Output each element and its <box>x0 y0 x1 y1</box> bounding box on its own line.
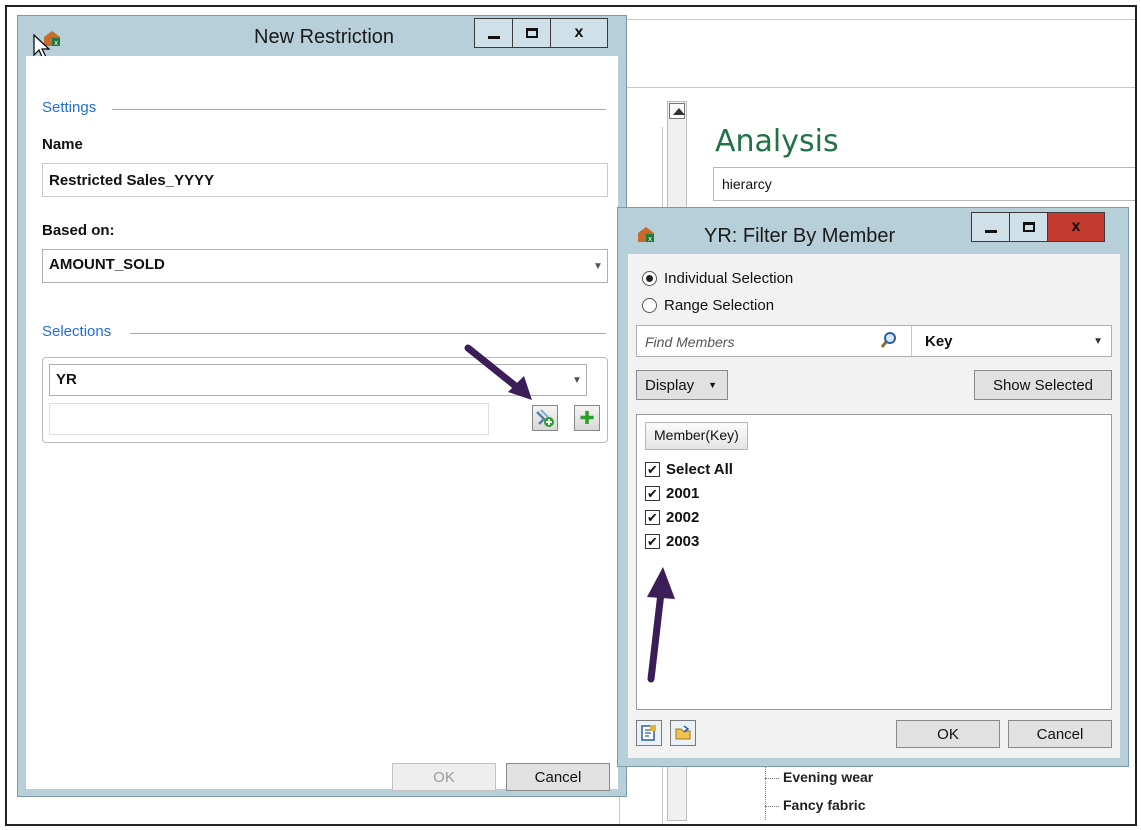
individual-selection-radio[interactable]: Individual Selection <box>642 270 793 287</box>
bg-divider <box>619 19 1135 20</box>
based-on-select[interactable]: AMOUNT_SOLD ▼ <box>42 249 608 283</box>
tree-item[interactable]: Evening wear <box>765 769 873 785</box>
minimize-icon <box>984 229 997 233</box>
member-item-2003[interactable]: ✔ 2003 <box>645 533 699 550</box>
properties-button[interactable] <box>636 720 662 746</box>
window-title: New Restriction <box>254 26 395 48</box>
new-restriction-window: x New Restriction x Settings Name Restri… <box>17 15 627 797</box>
new-restriction-client: Settings Name Restricted Sales_YYYY Base… <box>26 56 618 791</box>
selections-section-label: Selections <box>42 323 112 340</box>
minimize-icon <box>487 35 500 39</box>
member-item-select-all[interactable]: ✔ Select All <box>645 461 733 478</box>
maximize-button[interactable] <box>513 19 551 47</box>
member-label: 2003 <box>666 533 700 550</box>
member-label: 2001 <box>666 485 700 502</box>
analysis-title: Analysis <box>715 124 839 159</box>
find-members-input[interactable]: Find Members <box>645 334 734 350</box>
display-dropdown-button[interactable]: Display ▼ <box>636 370 728 400</box>
checkbox-checked-icon[interactable]: ✔ <box>645 462 660 477</box>
analysis-search-input[interactable]: hierarcy <box>713 167 1135 201</box>
close-button[interactable]: x <box>1048 213 1104 241</box>
window-controls: x <box>971 212 1105 242</box>
bg-divider <box>619 87 1135 88</box>
divider <box>911 326 912 356</box>
based-on-value: AMOUNT_SOLD <box>49 256 165 273</box>
find-members-box: Find Members Key ▼ <box>636 325 1112 357</box>
open-folder-button[interactable] <box>670 720 696 746</box>
member-key-column-header[interactable]: Member(Key) <box>645 422 748 450</box>
member-item-2001[interactable]: ✔ 2001 <box>645 485 699 502</box>
plus-icon: ✚ <box>579 408 595 428</box>
radio-off-icon <box>642 298 657 313</box>
checkbox-checked-icon[interactable]: ✔ <box>645 486 660 501</box>
cancel-button[interactable]: Cancel <box>506 763 610 791</box>
maximize-button[interactable] <box>1010 213 1048 241</box>
member-list[interactable]: Member(Key) ✔ Select All ✔ 2001 ✔ 2002 ✔… <box>636 414 1112 710</box>
minimize-button[interactable] <box>475 19 513 47</box>
close-button[interactable]: x <box>551 19 607 47</box>
section-divider <box>112 109 606 110</box>
title-bar[interactable]: x New Restriction x <box>18 16 626 60</box>
checkbox-checked-icon[interactable]: ✔ <box>645 510 660 525</box>
based-on-label: Based on: <box>42 222 115 239</box>
member-item-2002[interactable]: ✔ 2002 <box>645 509 699 526</box>
maximize-icon <box>525 28 538 38</box>
chevron-down-icon[interactable]: ▼ <box>568 365 586 395</box>
chevron-down-icon[interactable]: ▼ <box>589 250 607 282</box>
tree-item[interactable]: Fancy fabric <box>765 797 865 813</box>
section-divider <box>130 333 606 334</box>
app-icon: x <box>638 227 654 243</box>
search-icon[interactable] <box>880 331 898 349</box>
filter-client: Individual Selection Range Selection Fin… <box>628 254 1120 758</box>
radio-on-icon <box>642 271 657 286</box>
properties-icon <box>641 725 656 741</box>
filter-members-button[interactable] <box>532 405 558 431</box>
ok-button[interactable]: OK <box>392 763 496 791</box>
chevron-down-icon[interactable]: ▼ <box>1093 336 1103 347</box>
minimize-button[interactable] <box>972 213 1010 241</box>
filter-members-icon <box>536 409 554 427</box>
selection-group: YR ▼ ✚ <box>42 357 608 443</box>
ok-button[interactable]: OK <box>896 720 1000 748</box>
svg-text:x: x <box>54 39 58 47</box>
individual-selection-label: Individual Selection <box>664 270 794 287</box>
title-bar[interactable]: x YR: Filter By Member x <box>618 208 1128 248</box>
checkbox-checked-icon[interactable]: ✔ <box>645 534 660 549</box>
filter-by-member-window: x YR: Filter By Member x Individual Sele… <box>617 207 1129 767</box>
settings-section-label: Settings <box>42 99 97 116</box>
member-label: Select All <box>666 461 733 478</box>
svg-text:x: x <box>648 235 652 243</box>
cancel-button[interactable]: Cancel <box>1008 720 1112 748</box>
selection-value: YR <box>56 371 77 388</box>
arrow-up-icon <box>673 108 685 115</box>
add-selection-button[interactable]: ✚ <box>574 405 600 431</box>
window-title: YR: Filter By Member <box>704 225 896 247</box>
scroll-up-button[interactable] <box>669 103 685 119</box>
maximize-icon <box>1022 222 1035 232</box>
display-label: Display <box>645 376 695 394</box>
key-select[interactable]: Key <box>925 333 953 350</box>
show-selected-button[interactable]: Show Selected <box>974 370 1112 400</box>
member-label: 2002 <box>666 509 700 526</box>
range-selection-radio[interactable]: Range Selection <box>642 297 774 314</box>
selection-dimension-select[interactable]: YR ▼ <box>49 364 587 396</box>
folder-icon <box>675 725 691 740</box>
chevron-down-icon: ▼ <box>708 380 717 390</box>
range-selection-label: Range Selection <box>664 297 775 314</box>
name-label: Name <box>42 136 83 153</box>
selection-filter-field[interactable] <box>49 403 489 435</box>
name-field[interactable]: Restricted Sales_YYYY <box>42 163 608 197</box>
screenshot-frame: Analysis hierarcy Evening wear Fancy fab… <box>5 5 1137 826</box>
window-controls: x <box>474 18 608 48</box>
